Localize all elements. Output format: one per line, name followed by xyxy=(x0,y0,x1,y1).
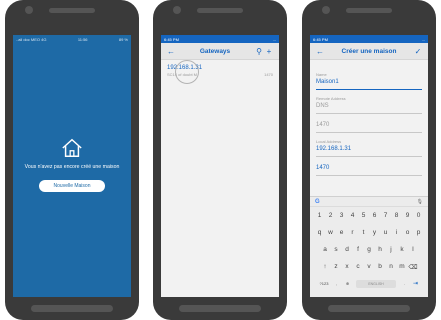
key[interactable]: ⌫ xyxy=(408,263,419,271)
screen-1: ..all doc MEO 4G 11:56 89 % Vous n'avez … xyxy=(13,35,131,297)
page-title: Créer une maison xyxy=(341,47,397,55)
key[interactable]: h xyxy=(375,246,386,253)
key[interactable]: j xyxy=(386,246,397,253)
plus-icon[interactable]: + xyxy=(264,47,274,56)
key[interactable]: x xyxy=(342,263,353,270)
phone-frame-3: 6:45 PM ... ← Créer une maison ✓ Name Ma… xyxy=(302,0,436,320)
new-house-button[interactable]: Nouvelle Maison xyxy=(39,180,105,192)
key[interactable]: 1 xyxy=(314,212,325,219)
status-icons: ... xyxy=(421,36,425,42)
create-house-form: Name Maison1 Remote Address DNS 1470 Loc… xyxy=(310,60,428,176)
remote-port-input[interactable]: 1470 xyxy=(316,120,422,133)
local-port-input[interactable]: 1470 xyxy=(316,163,422,176)
key[interactable]: a xyxy=(320,246,331,253)
key[interactable]: y xyxy=(369,229,380,236)
camera xyxy=(25,6,33,14)
status-icons: ... xyxy=(272,36,276,42)
status-time: 6:45 PM xyxy=(164,36,179,42)
home-icon xyxy=(62,138,82,157)
keyboard-row-numbers: 1234567890 xyxy=(310,207,428,224)
key[interactable]: 2 xyxy=(325,212,336,219)
key[interactable]: 7 xyxy=(380,212,391,219)
google-icon[interactable]: G xyxy=(315,199,320,205)
speaker xyxy=(197,8,243,13)
status-time: 11:56 xyxy=(77,36,88,42)
touch-ripple xyxy=(175,60,199,84)
key[interactable]: q xyxy=(314,229,325,236)
key[interactable]: b xyxy=(375,263,386,270)
soft-keyboard: G 🎙 1234567890 qwertyuiop asdfghjkl ↑ z x c… xyxy=(310,196,428,297)
keyboard-toolbar: G 🎙 xyxy=(310,197,428,207)
key[interactable]: c xyxy=(353,263,364,270)
keyboard-row-bottom: ?123 , ⊕ ENGLISH . ⇥ xyxy=(310,275,428,292)
name-input[interactable]: Maison1 xyxy=(316,77,422,90)
key-comma[interactable]: , xyxy=(331,281,342,286)
status-battery: 89 % xyxy=(118,36,128,42)
key[interactable]: s xyxy=(331,246,342,253)
key[interactable]: o xyxy=(402,229,413,236)
bottom-bar xyxy=(179,305,261,312)
remote-address-input[interactable]: DNS xyxy=(316,101,422,114)
keyboard-row-1: qwertyuiop xyxy=(310,224,428,241)
screen-2: 6:45 PM ... ← Gateways ⚲ + 192.168.1.31 … xyxy=(161,35,279,297)
key[interactable]: n xyxy=(386,263,397,270)
check-icon[interactable]: ✓ xyxy=(413,47,423,56)
status-carrier: ..all doc MEO 4G xyxy=(16,36,47,42)
key[interactable]: v xyxy=(364,263,375,270)
key-symbols[interactable]: ?123 xyxy=(317,281,331,286)
gateway-list-item[interactable]: 192.168.1.31 SC14 of doubt M 1470 xyxy=(161,60,279,84)
key[interactable]: f xyxy=(353,246,364,253)
screen-3: 6:45 PM ... ← Créer une maison ✓ Name Ma… xyxy=(310,35,428,297)
key[interactable]: 5 xyxy=(358,212,369,219)
status-bar: ..all doc MEO 4G 11:56 89 % xyxy=(13,35,131,43)
key[interactable]: u xyxy=(380,229,391,236)
keyboard-row-2: asdfghjkl xyxy=(310,241,428,258)
speaker xyxy=(49,8,95,13)
camera xyxy=(322,6,330,14)
key[interactable]: k xyxy=(397,246,408,253)
key[interactable]: m xyxy=(397,263,408,270)
key[interactable]: d xyxy=(342,246,353,253)
local-address-input[interactable]: 192.168.1.31 xyxy=(316,144,422,157)
page-title: Gateways xyxy=(199,47,231,55)
key[interactable]: 9 xyxy=(402,212,413,219)
key-enter[interactable]: ⇥ xyxy=(410,280,421,287)
camera xyxy=(173,6,181,14)
arrow-left-icon[interactable]: ← xyxy=(315,47,325,56)
globe-icon[interactable]: ⊕ xyxy=(342,281,353,286)
key[interactable]: w xyxy=(325,229,336,236)
key[interactable]: 6 xyxy=(369,212,380,219)
key[interactable]: r xyxy=(347,229,358,236)
key[interactable]: ↑ xyxy=(320,263,331,270)
bottom-bar xyxy=(31,305,113,312)
speaker xyxy=(346,8,392,13)
key[interactable]: 8 xyxy=(391,212,402,219)
keyboard-row-3: ↑ z x c v b n m ⌫ xyxy=(310,258,428,275)
key-period[interactable]: . xyxy=(399,281,410,286)
key[interactable]: i xyxy=(391,229,402,236)
key[interactable]: z xyxy=(331,263,342,270)
key[interactable]: 3 xyxy=(336,212,347,219)
key[interactable]: 0 xyxy=(413,212,424,219)
key[interactable]: t xyxy=(358,229,369,236)
key[interactable]: 4 xyxy=(347,212,358,219)
gateway-port: 1470 xyxy=(264,72,273,77)
key[interactable]: l xyxy=(408,246,419,253)
app-bar: ← Créer une maison ✓ xyxy=(310,43,428,60)
status-bar: 6:45 PM ... xyxy=(161,35,279,43)
status-bar: 6:45 PM ... xyxy=(310,35,428,43)
empty-message: Vous n'avez pas encore créé une maison xyxy=(24,164,120,170)
app-bar: ← Gateways ⚲ + xyxy=(161,43,279,60)
search-icon[interactable]: ⚲ xyxy=(254,47,264,56)
arrow-left-icon[interactable]: ← xyxy=(166,47,176,56)
bottom-bar xyxy=(328,305,410,312)
key[interactable]: p xyxy=(413,229,424,236)
key[interactable]: e xyxy=(336,229,347,236)
key[interactable]: g xyxy=(364,246,375,253)
status-time: 6:45 PM xyxy=(313,36,328,42)
mic-icon[interactable]: 🎙 xyxy=(417,199,423,205)
phone-frame-2: 6:45 PM ... ← Gateways ⚲ + 192.168.1.31 … xyxy=(153,0,287,320)
phone-frame-1: ..all doc MEO 4G 11:56 89 % Vous n'avez … xyxy=(5,0,139,320)
key-space[interactable]: ENGLISH xyxy=(356,279,396,288)
